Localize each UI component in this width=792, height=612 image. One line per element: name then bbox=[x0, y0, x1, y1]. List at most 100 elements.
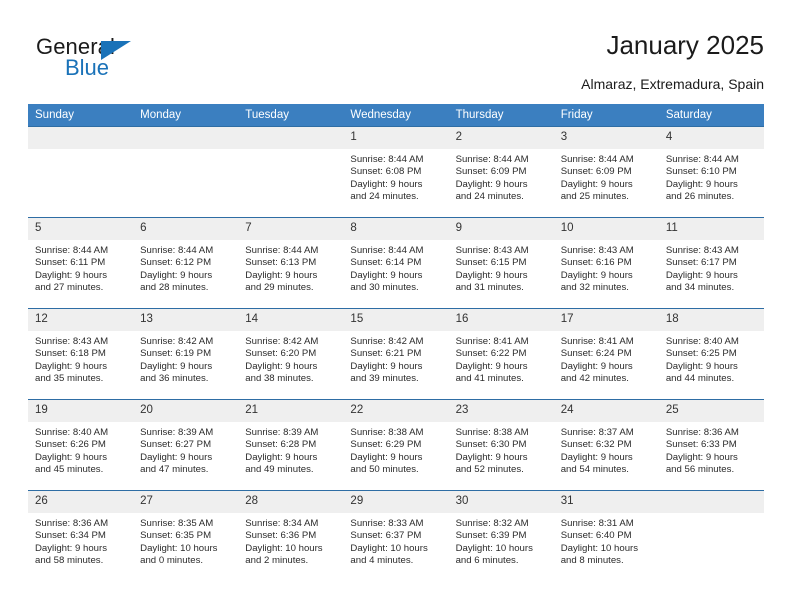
day-sunrise-text: Sunrise: 8:36 AM bbox=[35, 518, 109, 529]
day-sunset-text: Sunset: 6:16 PM bbox=[560, 257, 632, 269]
day-daylight1-text: Daylight: 9 hours bbox=[35, 542, 107, 554]
day-details: Sunrise: 8:32 AM Sunset: 6:39 PM Daylight:… bbox=[449, 513, 554, 568]
day-daylight1-text: Daylight: 9 hours bbox=[560, 451, 633, 463]
day-number: 30 bbox=[448, 491, 554, 513]
day-daylight2-text: and 30 minutes. bbox=[350, 282, 419, 294]
generalblue-logo[interactable]: General Blue bbox=[36, 34, 216, 94]
day-daylight2-text: and 39 minutes. bbox=[350, 373, 419, 385]
day-details: Sunrise: 8:44 AM Sunset: 6:11 PM Daylight:… bbox=[28, 240, 133, 295]
day-daylight1-text: Daylight: 9 hours bbox=[350, 269, 423, 281]
day-daylight2-text: and 8 minutes. bbox=[560, 555, 624, 567]
calendar-day-cell[interactable]: 17 Sunrise: 8:41 AM Sunset: 6:24 PM Dayligh… bbox=[553, 308, 659, 400]
day-daylight2-text: and 24 minutes. bbox=[455, 191, 524, 203]
day-number: 22 bbox=[343, 400, 449, 422]
day-sunset-text: Sunset: 6:25 PM bbox=[665, 348, 737, 360]
calendar-day-cell[interactable]: 15 Sunrise: 8:42 AM Sunset: 6:21 PM Dayligh… bbox=[343, 308, 449, 400]
calendar-day-cell[interactable]: 13 Sunrise: 8:42 AM Sunset: 6:19 PM Dayligh… bbox=[133, 308, 239, 400]
calendar-day-cell[interactable]: 31 Sunrise: 8:31 AM Sunset: 6:40 PM Dayligh… bbox=[553, 490, 659, 582]
calendar-day-cell[interactable]: 16 Sunrise: 8:41 AM Sunset: 6:22 PM Dayligh… bbox=[448, 308, 554, 400]
day-sunrise-text: Sunrise: 8:39 AM bbox=[140, 427, 214, 438]
calendar-day-cell[interactable]: 25 Sunrise: 8:36 AM Sunset: 6:33 PM Dayligh… bbox=[658, 399, 764, 491]
day-sunset-text: Sunset: 6:39 PM bbox=[455, 530, 527, 542]
day-details: Sunrise: 8:41 AM Sunset: 6:22 PM Daylight:… bbox=[449, 331, 554, 386]
day-number: 1 bbox=[343, 127, 449, 149]
day-number: 16 bbox=[448, 309, 554, 331]
day-sunrise-text: Sunrise: 8:37 AM bbox=[560, 427, 634, 438]
calendar-day-cell[interactable]: 18 Sunrise: 8:40 AM Sunset: 6:25 PM Dayligh… bbox=[658, 308, 764, 400]
day-daylight1-text: Daylight: 9 hours bbox=[665, 178, 738, 190]
day-sunset-text: Sunset: 6:35 PM bbox=[140, 530, 212, 542]
calendar-day-cell[interactable]: 19 Sunrise: 8:40 AM Sunset: 6:26 PM Dayligh… bbox=[28, 399, 134, 491]
weekday-header-tuesday: Tuesday bbox=[238, 104, 344, 127]
day-daylight1-text: Daylight: 9 hours bbox=[245, 269, 318, 281]
day-sunset-text: Sunset: 6:09 PM bbox=[455, 166, 527, 178]
day-details: Sunrise: 8:34 AM Sunset: 6:36 PM Daylight:… bbox=[238, 513, 343, 568]
day-daylight1-text: Daylight: 9 hours bbox=[350, 451, 423, 463]
day-daylight1-text: Daylight: 9 hours bbox=[455, 451, 528, 463]
calendar-day-cell[interactable]: 10 Sunrise: 8:43 AM Sunset: 6:16 PM Dayligh… bbox=[553, 217, 659, 309]
calendar-day-cell[interactable]: 20 Sunrise: 8:39 AM Sunset: 6:27 PM Dayligh… bbox=[133, 399, 239, 491]
calendar-day-cell[interactable]: 2 Sunrise: 8:44 AM Sunset: 6:09 PM Daylight… bbox=[448, 126, 554, 218]
day-daylight2-text: and 47 minutes. bbox=[140, 464, 209, 476]
day-daylight1-text: Daylight: 9 hours bbox=[350, 360, 423, 372]
day-daylight1-text: Daylight: 9 hours bbox=[350, 178, 423, 190]
day-daylight1-text: Daylight: 9 hours bbox=[245, 451, 318, 463]
day-number bbox=[658, 491, 764, 513]
day-daylight1-text: Daylight: 9 hours bbox=[455, 178, 528, 190]
calendar-day-cell[interactable]: 3 Sunrise: 8:44 AM Sunset: 6:09 PM Daylight… bbox=[553, 126, 659, 218]
calendar-day-cell[interactable]: 5 Sunrise: 8:44 AM Sunset: 6:11 PM Daylight… bbox=[28, 217, 134, 309]
calendar-day-cell[interactable]: 27 Sunrise: 8:35 AM Sunset: 6:35 PM Dayligh… bbox=[133, 490, 239, 582]
day-details: Sunrise: 8:43 AM Sunset: 6:15 PM Daylight:… bbox=[449, 240, 554, 295]
day-daylight2-text: and 56 minutes. bbox=[665, 464, 735, 476]
day-sunrise-text: Sunrise: 8:40 AM bbox=[35, 427, 109, 438]
day-sunrise-text: Sunrise: 8:44 AM bbox=[140, 245, 214, 256]
day-details: Sunrise: 8:44 AM Sunset: 6:08 PM Daylight:… bbox=[343, 149, 448, 204]
calendar-day-cell[interactable]: 7 Sunrise: 8:44 AM Sunset: 6:13 PM Daylight… bbox=[238, 217, 344, 309]
calendar-day-cell[interactable]: 8 Sunrise: 8:44 AM Sunset: 6:14 PM Daylight… bbox=[343, 217, 449, 309]
calendar-body: 1 Sunrise: 8:44 AM Sunset: 6:08 PM Daylight… bbox=[28, 126, 764, 582]
calendar-week-row: 19 Sunrise: 8:40 AM Sunset: 6:26 PM Dayligh… bbox=[28, 399, 764, 491]
day-daylight2-text: and 2 minutes. bbox=[245, 555, 309, 567]
page-location: Almaraz, Extremadura, Spain bbox=[581, 76, 764, 92]
day-daylight1-text: Daylight: 9 hours bbox=[665, 360, 738, 372]
calendar-day-cell[interactable]: 14 Sunrise: 8:42 AM Sunset: 6:20 PM Dayligh… bbox=[238, 308, 344, 400]
calendar-day-cell[interactable]: 28 Sunrise: 8:34 AM Sunset: 6:36 PM Dayligh… bbox=[238, 490, 344, 582]
day-daylight1-text: Daylight: 9 hours bbox=[35, 451, 107, 463]
day-daylight1-text: Daylight: 10 hours bbox=[350, 542, 428, 554]
day-number: 11 bbox=[658, 218, 764, 240]
calendar-day-cell[interactable]: 4 Sunrise: 8:44 AM Sunset: 6:10 PM Daylight… bbox=[658, 126, 764, 218]
day-sunrise-text: Sunrise: 8:44 AM bbox=[35, 245, 109, 256]
day-details: Sunrise: 8:44 AM Sunset: 6:10 PM Daylight:… bbox=[659, 149, 764, 204]
calendar-day-cell[interactable]: 22 Sunrise: 8:38 AM Sunset: 6:29 PM Dayligh… bbox=[343, 399, 449, 491]
day-sunrise-text: Sunrise: 8:33 AM bbox=[350, 518, 424, 529]
calendar-day-cell[interactable]: 12 Sunrise: 8:43 AM Sunset: 6:18 PM Dayligh… bbox=[28, 308, 134, 400]
day-sunrise-text: Sunrise: 8:32 AM bbox=[455, 518, 529, 529]
calendar-day-cell[interactable]: 29 Sunrise: 8:33 AM Sunset: 6:37 PM Dayligh… bbox=[343, 490, 449, 582]
day-details: Sunrise: 8:36 AM Sunset: 6:34 PM Daylight:… bbox=[28, 513, 133, 568]
day-number: 4 bbox=[658, 127, 764, 149]
day-sunset-text: Sunset: 6:19 PM bbox=[140, 348, 212, 360]
day-number: 14 bbox=[238, 309, 344, 331]
day-sunset-text: Sunset: 6:21 PM bbox=[350, 348, 422, 360]
day-daylight2-text: and 24 minutes. bbox=[350, 191, 419, 203]
day-sunrise-text: Sunrise: 8:44 AM bbox=[350, 154, 424, 165]
calendar-day-cell[interactable]: 6 Sunrise: 8:44 AM Sunset: 6:12 PM Daylight… bbox=[133, 217, 239, 309]
day-daylight2-text: and 49 minutes. bbox=[245, 464, 314, 476]
weekday-header-sunday: Sunday bbox=[28, 104, 134, 127]
calendar-day-cell[interactable]: 9 Sunrise: 8:43 AM Sunset: 6:15 PM Daylight… bbox=[448, 217, 554, 309]
day-details: Sunrise: 8:40 AM Sunset: 6:26 PM Daylight:… bbox=[28, 422, 133, 477]
day-sunset-text: Sunset: 6:34 PM bbox=[35, 530, 106, 542]
calendar-week-row: 26 Sunrise: 8:36 AM Sunset: 6:34 PM Dayligh… bbox=[28, 490, 764, 582]
calendar-day-cell[interactable]: 23 Sunrise: 8:38 AM Sunset: 6:30 PM Dayligh… bbox=[448, 399, 554, 491]
day-sunrise-text: Sunrise: 8:38 AM bbox=[350, 427, 424, 438]
calendar-day-cell[interactable]: 21 Sunrise: 8:39 AM Sunset: 6:28 PM Dayligh… bbox=[238, 399, 344, 491]
calendar-day-cell[interactable]: 26 Sunrise: 8:36 AM Sunset: 6:34 PM Dayligh… bbox=[28, 490, 134, 582]
calendar-day-cell[interactable]: 11 Sunrise: 8:43 AM Sunset: 6:17 PM Dayligh… bbox=[658, 217, 764, 309]
calendar-day-cell[interactable]: 30 Sunrise: 8:32 AM Sunset: 6:39 PM Dayligh… bbox=[448, 490, 554, 582]
day-details: Sunrise: 8:42 AM Sunset: 6:19 PM Daylight:… bbox=[133, 331, 238, 386]
calendar-day-cell[interactable]: 1 Sunrise: 8:44 AM Sunset: 6:08 PM Daylight… bbox=[343, 126, 449, 218]
day-daylight2-text: and 32 minutes. bbox=[560, 282, 629, 294]
calendar-day-cell[interactable]: 24 Sunrise: 8:37 AM Sunset: 6:32 PM Dayligh… bbox=[553, 399, 659, 491]
day-number: 31 bbox=[553, 491, 659, 513]
day-details: Sunrise: 8:36 AM Sunset: 6:33 PM Daylight:… bbox=[659, 422, 764, 477]
